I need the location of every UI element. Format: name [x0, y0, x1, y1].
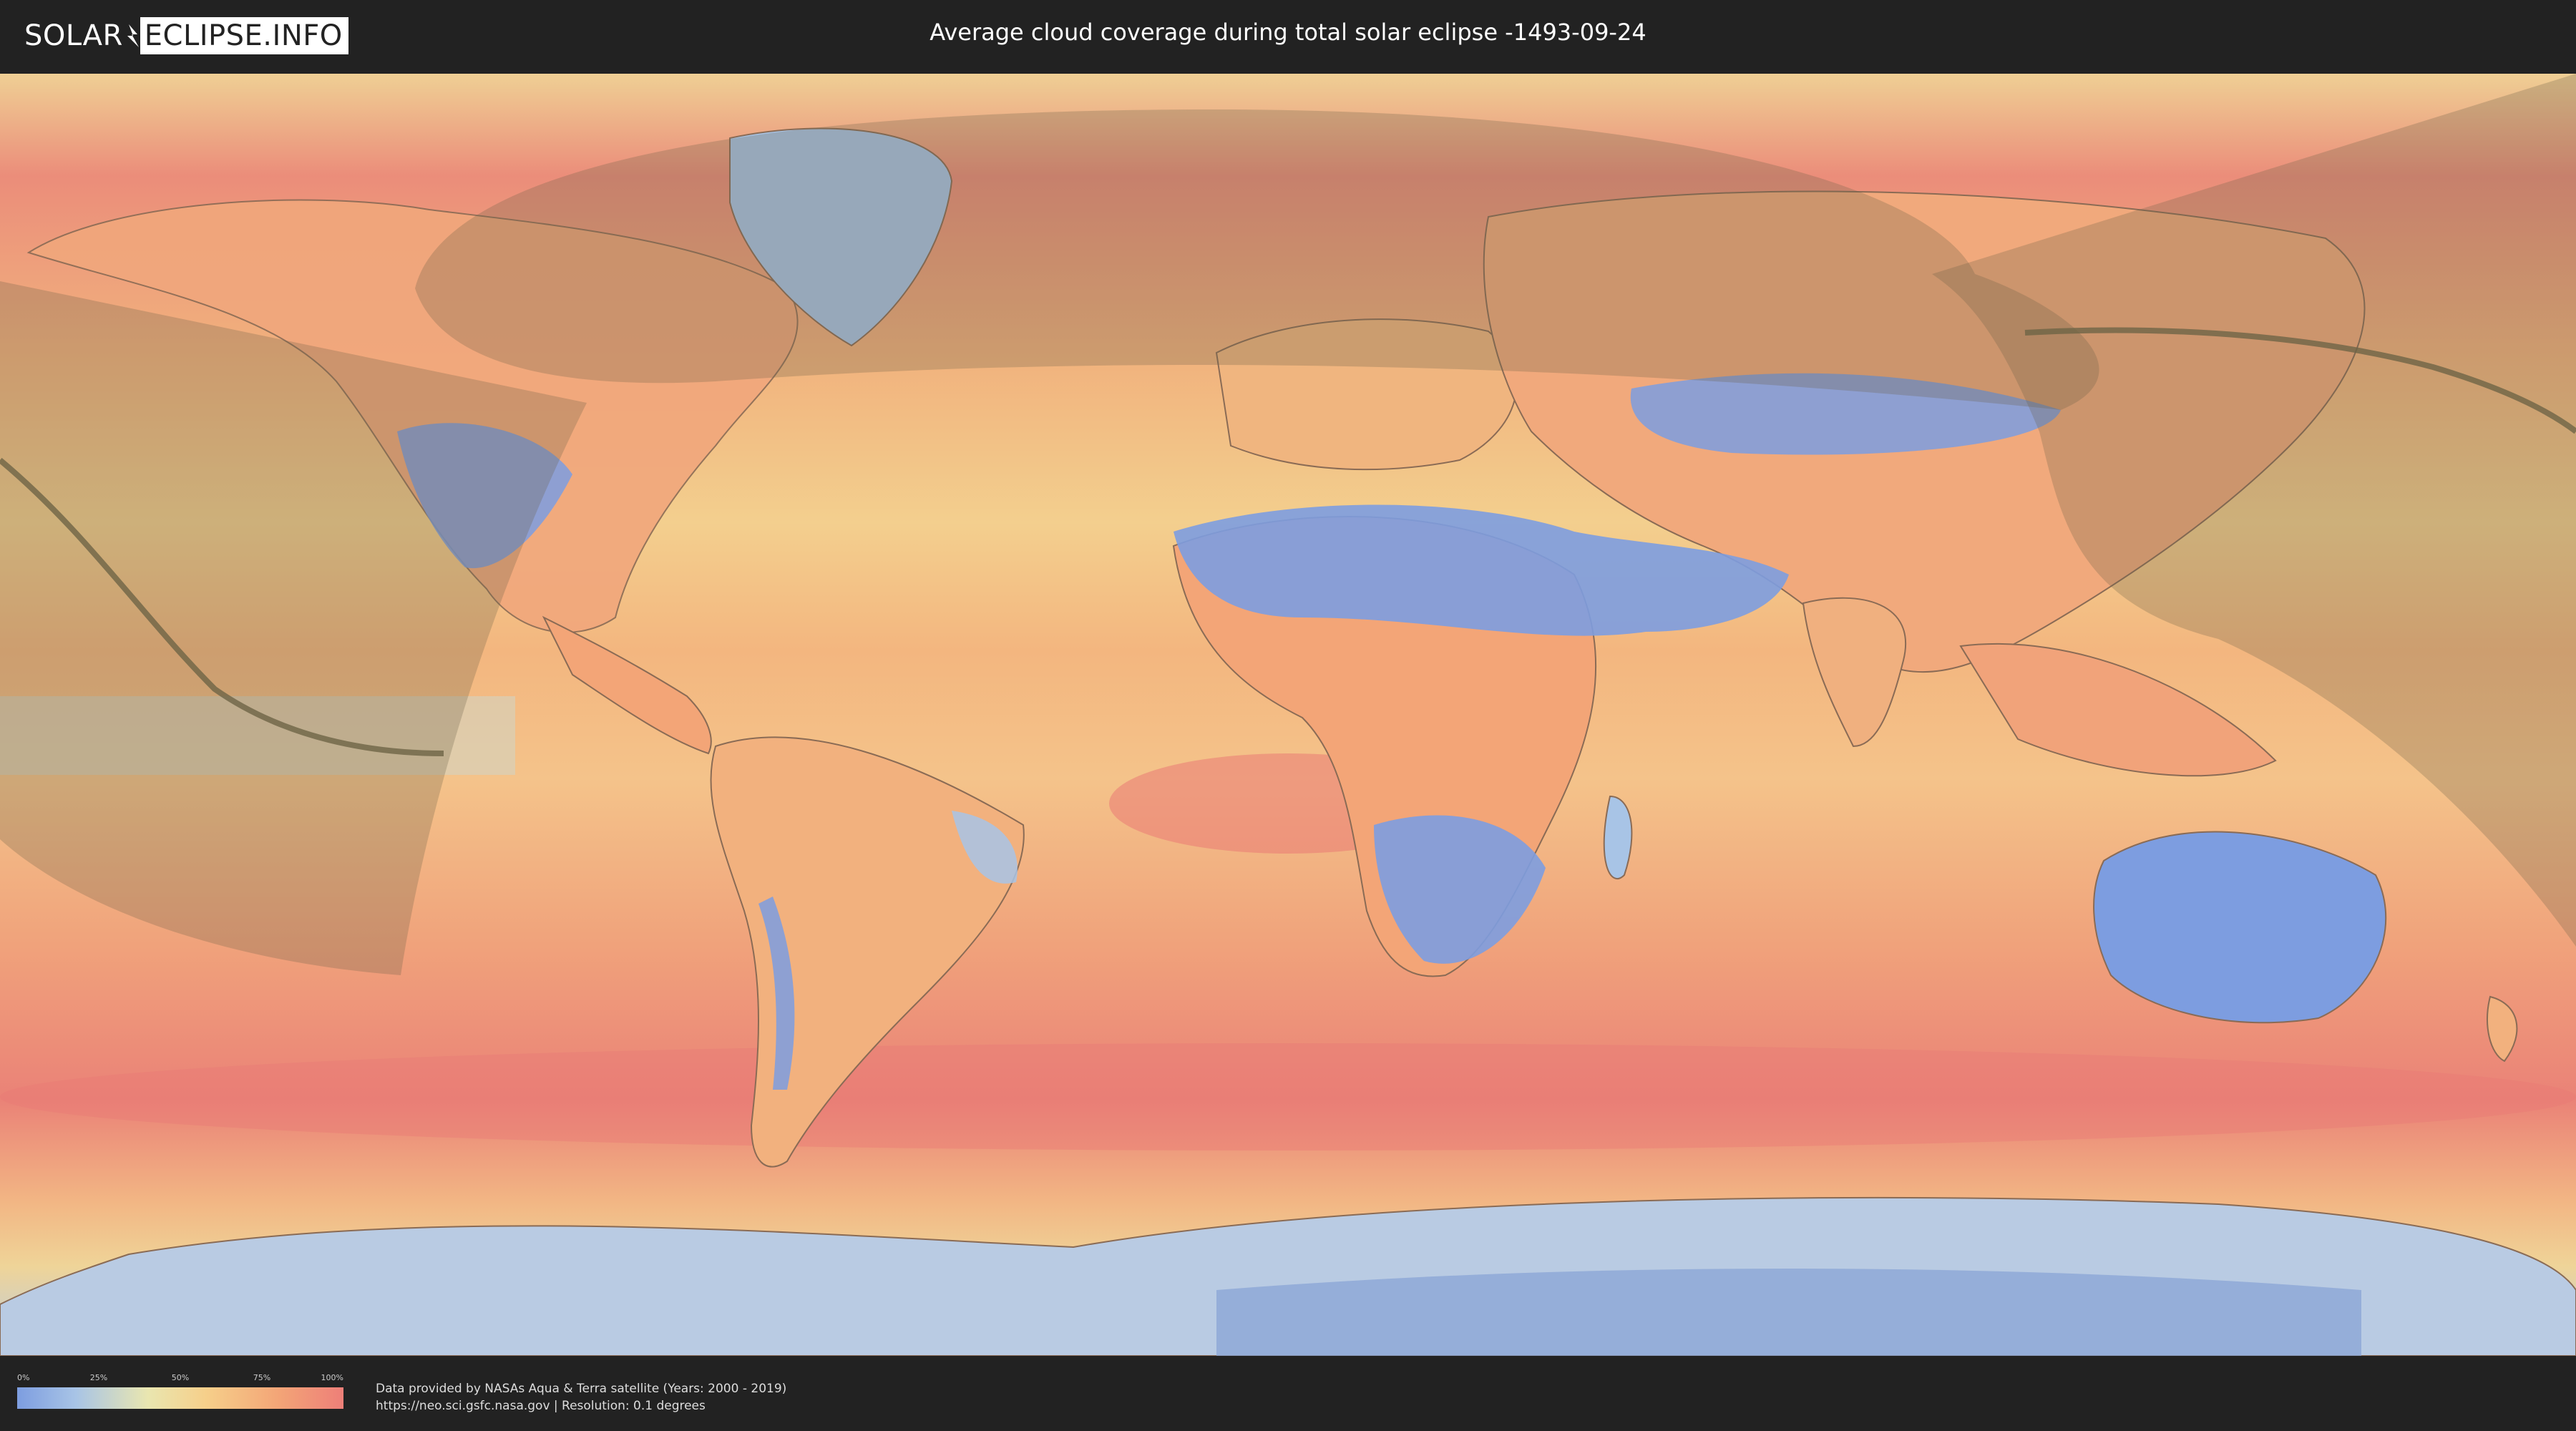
data-credits: Data provided by NASAs Aqua & Terra sate… [376, 1380, 786, 1415]
page-title: Average cloud coverage during total sola… [930, 19, 1646, 46]
legend-tick-75: 75% [253, 1373, 271, 1382]
legend-color-bar [17, 1387, 343, 1409]
legend-tick-100: 100% [321, 1373, 343, 1382]
cloud-coverage-legend: 0% 25% 50% 75% 100% [17, 1373, 343, 1410]
legend-tick-0: 0% [17, 1373, 30, 1382]
south-ocean-band [0, 1043, 2576, 1151]
credit-line-source: Data provided by NASAs Aqua & Terra sate… [376, 1382, 787, 1396]
antarctica-clear-core [1216, 1269, 2361, 1356]
world-map-canvas [0, 74, 2576, 1356]
landmass-australia [2093, 831, 2387, 1024]
legend-ticks: 0% 25% 50% 75% 100% [17, 1373, 343, 1383]
legend-tick-25: 25% [89, 1373, 108, 1382]
footer-bar: 0% 25% 50% 75% 100% Data provided by NAS… [0, 1356, 2576, 1431]
landmass-madagascar [1603, 795, 1633, 879]
header-bar: SOLAR ECLIPSE.INFO Average cloud coverag… [0, 0, 2576, 74]
credit-line-url: https://neo.sci.gsfc.nasa.gov | Resoluti… [376, 1399, 706, 1413]
legend-tick-50: 50% [171, 1373, 190, 1382]
cloud-coverage-map[interactable] [0, 74, 2576, 1356]
